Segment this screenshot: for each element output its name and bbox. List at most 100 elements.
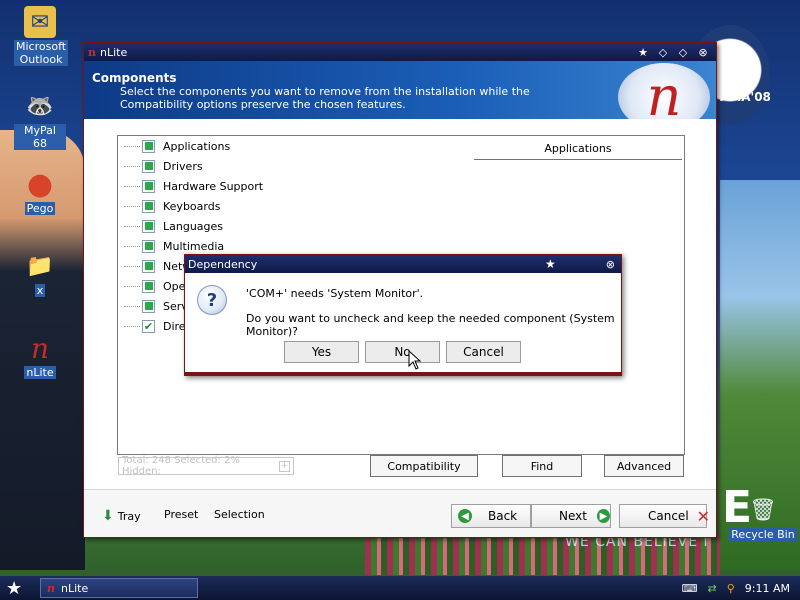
checkmark-icon: ✔ (143, 319, 154, 333)
dialog-cancel-button[interactable]: Cancel (446, 341, 521, 363)
keyboard-icon[interactable]: ⌨ (682, 582, 698, 595)
desktop-icon-nlite[interactable]: n nLite (16, 332, 64, 379)
tree-checkbox[interactable] (142, 299, 155, 313)
minimize-button[interactable]: ◇ (676, 46, 690, 59)
desktop-icon-outlook[interactable]: ✉ Microsoft Outlook (14, 6, 69, 66)
dialog-title-bar[interactable]: Dependency ★ ⊗ (185, 255, 621, 273)
tree-item-directory[interactable]: ✔ Direc (124, 316, 192, 336)
page-title: Components (92, 71, 177, 85)
desktop-icon-recycle-bin[interactable]: 🗑 Recycle Bin (728, 494, 798, 541)
search-icon[interactable]: ⚲ (727, 582, 735, 595)
tree-item-languages[interactable]: Languages (124, 216, 223, 236)
next-label: Next (559, 509, 587, 523)
taskbar-item-nlite[interactable]: n nLite (40, 578, 198, 598)
desktop-icon-label: Pego (24, 202, 56, 215)
yes-button[interactable]: Yes (284, 341, 359, 363)
components-header: Components Select the components you wan… (84, 61, 716, 119)
nlite-icon: n (30, 331, 50, 365)
system-tray: ⌨ ⇄ ⚲ 9:11 AM (682, 576, 800, 600)
mypal-icon: 🦝 (26, 93, 54, 119)
tree-item-label: Hardware Support (163, 179, 264, 193)
desktop-icon-mypal[interactable]: 🦝 MyPal 68 (14, 90, 66, 150)
dialog-message-line1: 'COM+' needs 'System Monitor'. (246, 287, 424, 300)
star-icon: ★ (545, 257, 556, 271)
outlook-icon: ✉ (24, 6, 56, 38)
window-controls: ★ ◇ ◇ ⊗ (636, 46, 716, 59)
tree-item-label: Applications (163, 139, 231, 153)
dependency-dialog: Dependency ★ ⊗ ? 'COM+' needs 'System Mo… (184, 254, 622, 376)
taskbar-item-label: nLite (61, 581, 89, 595)
tree-checkbox[interactable]: ✔ (142, 319, 155, 333)
wizard-footer: ⬇ Tray Preset Selection ◀ Back Next ▶ Ca… (84, 489, 716, 537)
close-button[interactable]: ⊗ (696, 46, 710, 59)
tree-checkbox[interactable] (142, 279, 155, 293)
tree-checkbox[interactable] (142, 219, 155, 233)
tree-checkbox[interactable] (142, 239, 155, 253)
dialog-message-line2: Do you want to uncheck and keep the need… (246, 312, 615, 338)
desktop-icon-label: Recycle Bin (729, 528, 797, 541)
column-header: Applications (474, 138, 682, 160)
selection-info-text: Total: 248 Selected: 2% Hidden: (122, 455, 240, 477)
tree-item-drivers[interactable]: Drivers (124, 156, 203, 176)
tree-checkbox[interactable] (142, 179, 155, 193)
mouse-cursor-icon (408, 350, 422, 370)
cancel-label: Cancel (648, 509, 689, 523)
arrow-right-icon: ▶ (596, 509, 610, 523)
star-icon[interactable]: ★ (636, 46, 650, 59)
window-title: nLite (100, 45, 128, 59)
tree-item-label: Drivers (163, 159, 203, 173)
next-button[interactable]: Next ▶ (531, 504, 611, 528)
window-title-bar[interactable]: n nLite ★ ◇ ◇ ⊗ (84, 43, 716, 61)
desktop-icon-label: nLite (24, 366, 56, 379)
page-description: Select the components you want to remove… (120, 85, 530, 111)
tree-item-applications[interactable]: Applications (124, 136, 230, 156)
desktop-icon-label: Microsoft Outlook (14, 40, 69, 66)
no-button[interactable]: No (365, 341, 440, 363)
desktop-icon-label: MyPal 68 (14, 124, 66, 150)
folder-icon: 📁 (26, 253, 54, 279)
tree-checkbox[interactable] (142, 159, 155, 173)
tray-button[interactable]: ⬇ Tray (102, 508, 141, 524)
tree-item-services[interactable]: Servi (124, 296, 191, 316)
dialog-close-button[interactable]: ⊗ (606, 258, 615, 271)
cancel-button[interactable]: Cancel ✕ (619, 504, 711, 528)
tree-item-network[interactable]: Netw (124, 256, 191, 276)
dialog-border (185, 372, 621, 375)
tree-item-multimedia[interactable]: Multimedia (124, 236, 224, 256)
pego-icon: ● (26, 166, 54, 202)
clock[interactable]: 9:11 AM (745, 582, 790, 595)
start-button[interactable]: ★ (6, 578, 22, 599)
desktop-icon-pego[interactable]: ● Pego (16, 166, 64, 215)
nlite-logo-letter: n (646, 65, 682, 120)
desktop-icon-folder[interactable]: 📁 x (16, 250, 64, 297)
back-button[interactable]: ◀ Back (451, 504, 531, 528)
advanced-button[interactable]: Advanced (604, 455, 684, 477)
compatibility-button[interactable]: Compatibility (370, 455, 478, 477)
tree-checkbox[interactable] (142, 259, 155, 273)
selection-button[interactable]: Selection (214, 508, 265, 521)
tree-checkbox[interactable] (142, 139, 155, 153)
info-toggle-icon[interactable]: + (279, 460, 290, 472)
wallpaper-seal-text: AMA'08 (720, 90, 771, 104)
close-icon: ✕ (696, 506, 711, 526)
nlite-icon: n (47, 581, 55, 595)
tree-item-hardware-support[interactable]: Hardware Support (124, 176, 263, 196)
desktop-icon-label: x (34, 284, 46, 297)
selection-info: Total: 248 Selected: 2% Hidden: + (118, 455, 294, 477)
network-icon[interactable]: ⇄ (708, 582, 717, 595)
restore-button[interactable]: ◇ (656, 46, 670, 59)
find-button[interactable]: Find (502, 455, 582, 477)
arrow-left-icon: ◀ (458, 509, 472, 523)
question-icon: ? (197, 285, 227, 315)
preset-button[interactable]: Preset (164, 508, 198, 521)
tree-item-label: Multimedia (163, 239, 225, 253)
taskbar: ★ n nLite ⌨ ⇄ ⚲ 9:11 AM (0, 575, 800, 600)
tree-item-label: Keyboards (163, 199, 221, 213)
dialog-title: Dependency (188, 257, 258, 271)
tree-item-label: Languages (163, 219, 224, 233)
nlite-icon: n (88, 45, 96, 59)
back-label: Back (488, 509, 518, 523)
tray-label: Tray (117, 509, 141, 523)
tree-item-keyboards[interactable]: Keyboards (124, 196, 220, 216)
tree-checkbox[interactable] (142, 199, 155, 213)
